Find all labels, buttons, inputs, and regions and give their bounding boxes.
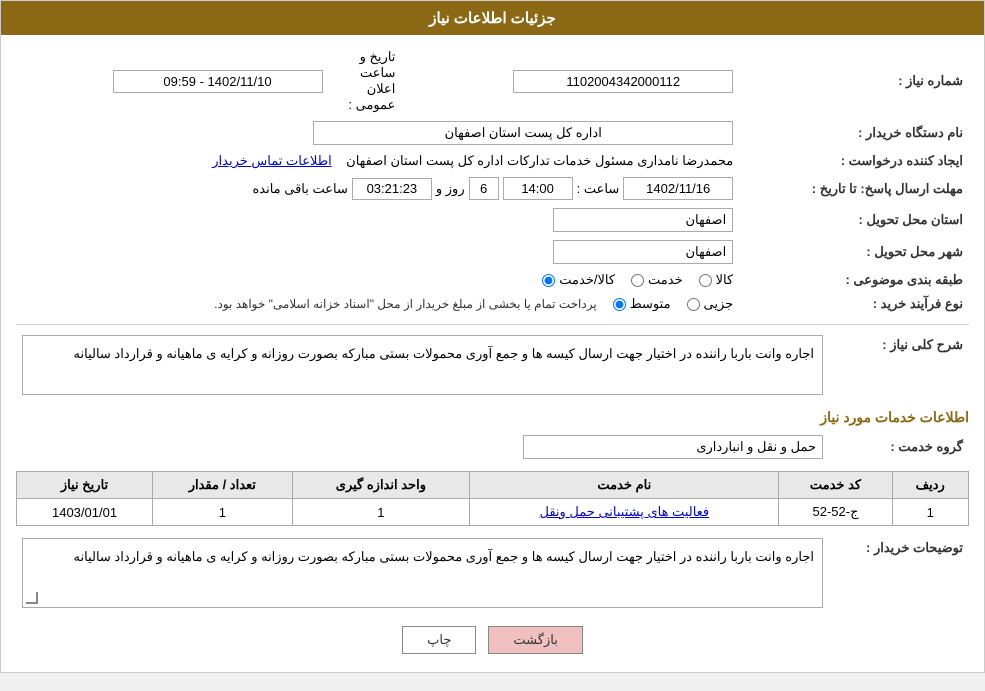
mohlat-saat-value: 14:00 bbox=[503, 177, 573, 200]
bazgasht-button[interactable]: بازگشت bbox=[488, 626, 582, 654]
radio-khadmat-input[interactable] bbox=[631, 274, 644, 287]
grooh-khadmat-value: حمل و نقل و انبارداری bbox=[523, 435, 823, 459]
mohlat-rooz-value: 6 bbox=[469, 177, 499, 200]
ijad-konande-label: ایجاد کننده درخواست : bbox=[739, 149, 969, 173]
radio-motevaset-input[interactable] bbox=[613, 298, 626, 311]
tarikh-elan-label: تاریخ و ساعت اعلان عمومی : bbox=[329, 45, 402, 117]
radio-khadmat[interactable]: خدمت bbox=[631, 272, 683, 288]
col-vahed: واحد اندازه گیری bbox=[292, 472, 470, 499]
ettelaat-tamas-link[interactable]: اطلاعات تماس خریدار bbox=[212, 153, 331, 168]
ostan-tahvil-value: اصفهان bbox=[553, 208, 733, 232]
nam-dastgah-label: نام دستگاه خریدار : bbox=[739, 117, 969, 149]
col-nam: نام خدمت bbox=[470, 472, 779, 499]
radio-kala-khadmat-label: کالا/خدمت bbox=[559, 272, 615, 288]
nooe-farayand-note: پرداخت تمام یا بخشی از مبلغ خریدار از مح… bbox=[214, 297, 597, 311]
page-header: جزئیات اطلاعات نیاز bbox=[1, 1, 984, 35]
tawzih-text[interactable]: اجاره وانت باربا راننده در اختیار جهت ار… bbox=[22, 538, 823, 608]
radio-jozi-input[interactable] bbox=[687, 298, 700, 311]
radio-khadmat-label: خدمت bbox=[648, 272, 683, 288]
countdown-value: 03:21:23 bbox=[352, 178, 432, 200]
radio-kala-khadmat[interactable]: کالا/خدمت bbox=[542, 272, 615, 288]
tabaqebandi-label: طبقه بندی موضوعی : bbox=[739, 268, 969, 292]
mohlat-rooz-label: روز و bbox=[436, 181, 465, 197]
radio-kala-label: کالا bbox=[716, 272, 734, 288]
countdown-label: ساعت باقی مانده bbox=[252, 181, 347, 197]
sharh-niaz-section-label: شرح کلی نیاز : bbox=[829, 331, 969, 399]
shahr-tahvil-value: اصفهان bbox=[553, 240, 733, 264]
ijad-konande-value: محمدرضا نامداری مسئول خدمات تدارکات ادار… bbox=[346, 153, 733, 168]
col-tarikh: تاریخ نیاز bbox=[17, 472, 153, 499]
col-kod: کد خدمت bbox=[779, 472, 892, 499]
table-row: 1ج-52-52فعالیت های پشتیبانی حمل ونقل1114… bbox=[17, 499, 969, 526]
radio-motevaset[interactable]: متوسط bbox=[613, 296, 671, 312]
grooh-khadmat-label: گروه خدمت : bbox=[829, 431, 969, 463]
mohlat-saat-label: ساعت : bbox=[577, 181, 620, 197]
nam-dastgah-value: اداره کل پست استان اصفهان bbox=[313, 121, 733, 145]
radio-kala[interactable]: کالا bbox=[699, 272, 734, 288]
services-table: ردیف کد خدمت نام خدمت واحد اندازه گیری ت… bbox=[16, 471, 969, 526]
radio-kala-khadmat-input[interactable] bbox=[542, 274, 555, 287]
button-row: بازگشت چاپ bbox=[16, 626, 969, 654]
tarikh-elan-value: 1402/11/10 - 09:59 bbox=[113, 70, 323, 93]
nooe-farayand-label: نوع فرآیند خرید : bbox=[739, 292, 969, 316]
col-tedad: تعداد / مقدار bbox=[153, 472, 293, 499]
radio-jozi[interactable]: جزیی bbox=[687, 296, 734, 312]
radio-motevaset-label: متوسط bbox=[630, 296, 671, 312]
shomare-niaz-label: شماره نیاز : bbox=[739, 45, 969, 117]
service-name-cell[interactable]: فعالیت های پشتیبانی حمل ونقل bbox=[470, 499, 779, 526]
page-title: جزئیات اطلاعات نیاز bbox=[429, 10, 556, 27]
chap-button[interactable]: چاپ bbox=[402, 626, 476, 654]
mohlat-label: مهلت ارسال پاسخ: تا تاریخ : bbox=[739, 173, 969, 204]
col-radif: ردیف bbox=[892, 472, 968, 499]
services-section-title: اطلاعات خدمات مورد نیاز bbox=[16, 409, 969, 426]
sharh-niaz-text: اجاره وانت باربا راننده در اختیار جهت ار… bbox=[22, 335, 823, 395]
shomare-niaz-value: 1102004342000112 bbox=[513, 70, 733, 93]
radio-jozi-label: جزیی bbox=[704, 296, 734, 312]
divider-1 bbox=[16, 324, 969, 325]
shahr-tahvil-label: شهر محل تحویل : bbox=[739, 236, 969, 268]
radio-kala-input[interactable] bbox=[699, 274, 712, 287]
tawzih-label: توضیحات خریدار : bbox=[829, 534, 969, 612]
ostan-tahvil-label: استان محل تحویل : bbox=[739, 204, 969, 236]
mohlat-date: 1402/11/16 bbox=[623, 177, 733, 200]
